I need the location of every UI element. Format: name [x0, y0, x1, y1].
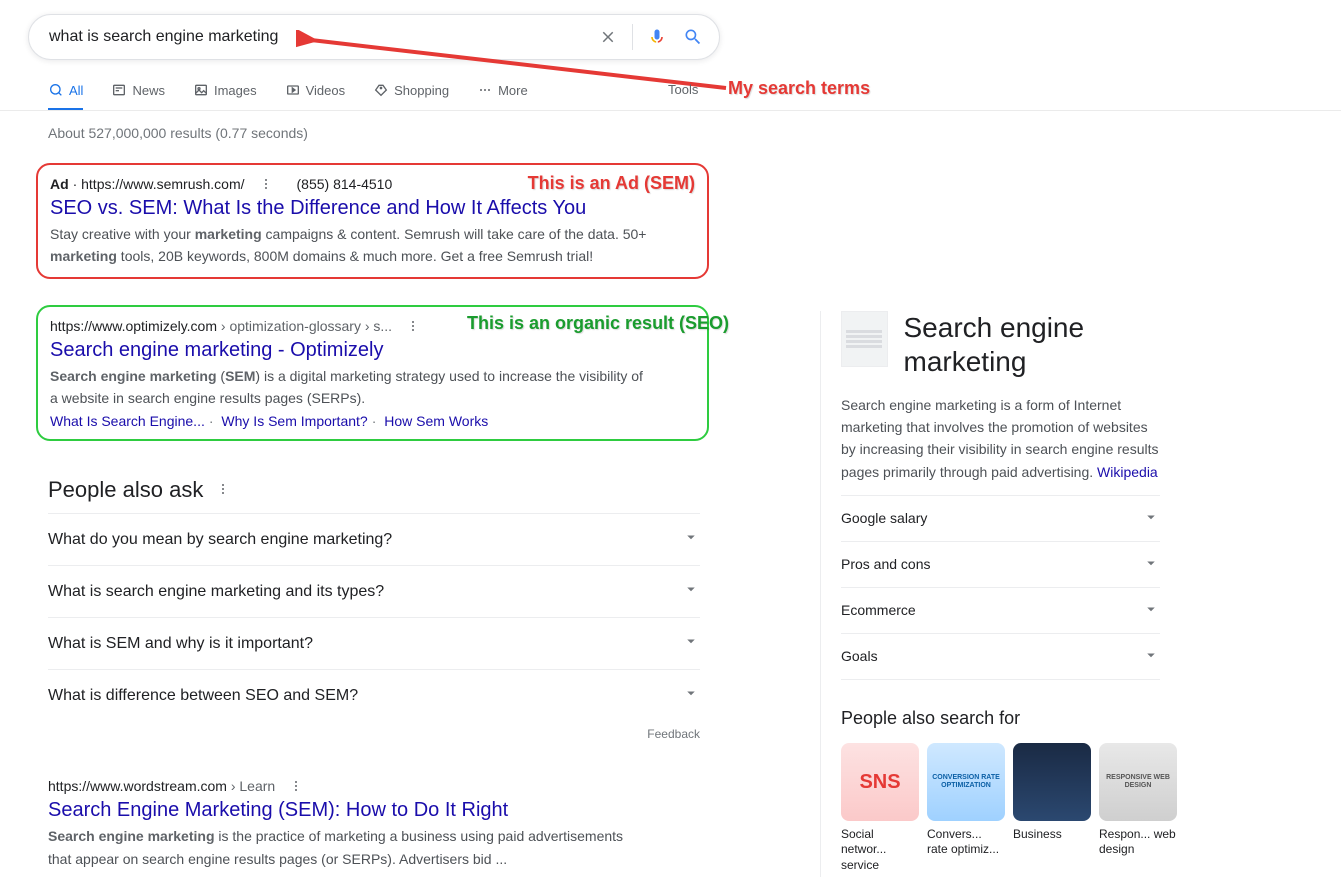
search-input[interactable] [47, 27, 596, 47]
kp-card-cro[interactable]: CONVERSION RATE OPTIMIZATION Convers... … [927, 743, 1005, 874]
tab-all-label: All [69, 83, 83, 98]
kp-card-label: Social networ... service [841, 827, 919, 874]
sitelink-2[interactable]: Keywords And Account... [216, 874, 371, 877]
people-also-ask: People also ask What do you mean by sear… [48, 477, 700, 741]
paa-question-2[interactable]: What is search engine marketing and its … [48, 565, 700, 617]
paa-question-4[interactable]: What is difference between SEO and SEM? [48, 669, 700, 721]
tab-more-label: More [498, 83, 528, 98]
paa-question-1[interactable]: What do you mean by search engine market… [48, 513, 700, 565]
search-divider [632, 24, 633, 50]
result-snippet: Search engine marketing is the practice … [48, 825, 648, 869]
tab-news-label: News [132, 83, 165, 98]
chevron-down-icon [1142, 646, 1160, 667]
paa-feedback[interactable]: Feedback [48, 727, 700, 741]
kp-card-label: Convers... rate optimiz... [927, 827, 1005, 858]
knowledge-panel: Search engine marketing Search engine ma… [820, 311, 1160, 877]
kp-attr-ecommerce[interactable]: Ecommerce [841, 587, 1160, 633]
tab-images[interactable]: Images [193, 82, 257, 111]
chevron-down-icon [682, 528, 700, 551]
result-stats: About 527,000,000 results (0.77 seconds) [0, 111, 1341, 141]
more-icon[interactable] [287, 777, 305, 795]
kp-card-label: Business [1013, 827, 1091, 843]
paa-question-3[interactable]: What is SEM and why is it important? [48, 617, 700, 669]
chevron-down-icon [1142, 554, 1160, 575]
kp-card-image [1013, 743, 1091, 821]
ad-url: https://www.semrush.com/ [81, 176, 244, 192]
tab-shopping[interactable]: Shopping [373, 82, 449, 111]
kp-title: Search engine marketing [904, 311, 1161, 378]
kp-card-sns[interactable]: SNS Social networ... service [841, 743, 919, 874]
chevron-down-icon [1142, 600, 1160, 621]
more-icon[interactable] [215, 477, 231, 503]
kp-card-business[interactable]: Business [1013, 743, 1091, 874]
kp-attr-goals[interactable]: Goals [841, 633, 1160, 680]
result-path: › optimization-glossary › s... [217, 318, 392, 334]
result-domain: https://www.wordstream.com [48, 778, 227, 794]
kp-thumbnail [841, 311, 888, 367]
kp-wikipedia-link[interactable]: Wikipedia [1097, 464, 1158, 480]
ad-snippet: Stay creative with your marketing campai… [50, 223, 650, 267]
sitelink-2[interactable]: Why Is Sem Important? [221, 413, 367, 429]
tab-shopping-label: Shopping [394, 83, 449, 98]
ad-phone: (855) 814-4510 [297, 176, 393, 192]
kp-attr-proscons[interactable]: Pros and cons [841, 541, 1160, 587]
chevron-down-icon [1142, 508, 1160, 529]
result-domain: https://www.optimizely.com [50, 318, 217, 334]
result-path: › Learn [227, 778, 275, 794]
result-title[interactable]: Search Engine Marketing (SEM): How to Do… [48, 799, 700, 822]
kp-card-image: CONVERSION RATE OPTIMIZATION [927, 743, 1005, 821]
result-title[interactable]: Search engine marketing - Optimizely [50, 339, 695, 362]
organic-result-2: https://www.wordstream.com › Learn Searc… [48, 777, 700, 877]
search-bar[interactable] [28, 14, 720, 60]
kp-attr-salary[interactable]: Google salary [841, 495, 1160, 541]
kp-also-search-title: People also search for [841, 708, 1160, 729]
search-icon[interactable] [681, 25, 705, 49]
more-icon[interactable] [404, 317, 422, 335]
kp-description: Search engine marketing is a form of Int… [841, 394, 1160, 482]
sitelinks: Sem Keyword Research· Keywords And Accou… [48, 874, 700, 877]
chevron-down-icon [682, 684, 700, 707]
tab-videos-label: Videos [306, 83, 346, 98]
tabs-divider [0, 110, 1341, 111]
ad-result: This is an Ad (SEM) Ad · https://www.sem… [36, 163, 709, 279]
tab-all[interactable]: All [48, 82, 83, 111]
sitelinks: What Is Search Engine...· Why Is Sem Imp… [50, 413, 695, 429]
sitelink-1[interactable]: What Is Search Engine... [50, 413, 205, 429]
sitelink-1[interactable]: Sem Keyword Research [48, 874, 199, 877]
chevron-down-icon [682, 632, 700, 655]
result-snippet: Search engine marketing (SEM) is a digit… [50, 365, 650, 409]
mic-icon[interactable] [645, 25, 669, 49]
tools-button[interactable]: Tools [668, 82, 698, 97]
sitelink-3[interactable]: How Sem Works [384, 413, 488, 429]
tab-more[interactable]: More [477, 82, 528, 111]
kp-card-image: RESPONSIVE WEB DESIGN [1099, 743, 1177, 821]
ad-badge: Ad [50, 176, 69, 192]
chevron-down-icon [682, 580, 700, 603]
paa-title: People also ask [48, 477, 203, 503]
kp-card-image: SNS [841, 743, 919, 821]
ad-title[interactable]: SEO vs. SEM: What Is the Difference and … [50, 197, 695, 220]
organic-result-1: This is an organic result (SEO) https://… [36, 305, 709, 441]
clear-icon[interactable] [596, 25, 620, 49]
tab-videos[interactable]: Videos [285, 82, 346, 111]
tab-news[interactable]: News [111, 82, 165, 111]
more-icon[interactable] [257, 175, 275, 193]
tab-images-label: Images [214, 83, 257, 98]
sitelink-3[interactable]: The Search Engine Marketing... [387, 874, 584, 877]
kp-card-rwd[interactable]: RESPONSIVE WEB DESIGN Respon... web desi… [1099, 743, 1177, 874]
kp-card-label: Respon... web design [1099, 827, 1177, 858]
